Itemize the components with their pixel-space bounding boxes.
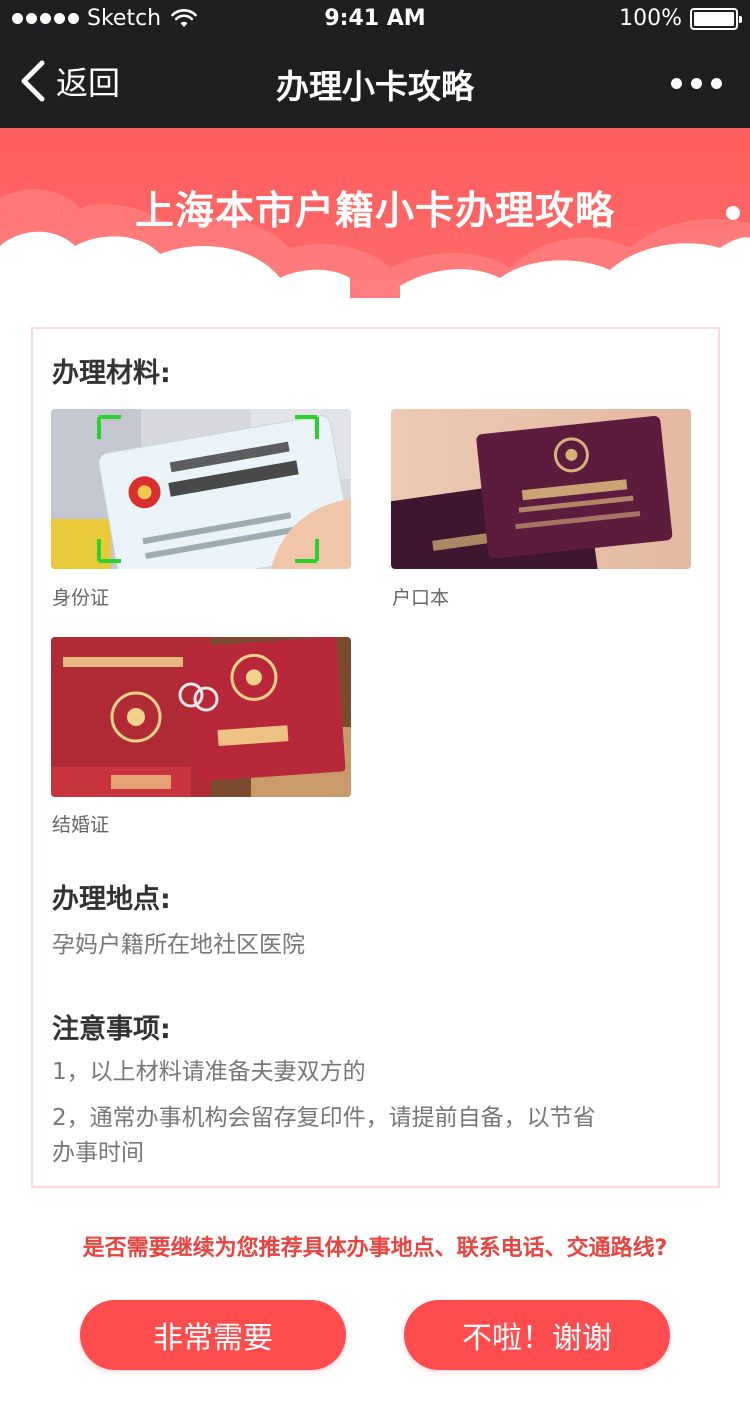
page-title: 办理小卡攻略 bbox=[276, 67, 474, 106]
marriage-certificate-photo bbox=[51, 637, 351, 797]
banner-title: 上海本市户籍小卡办理攻略 bbox=[134, 189, 615, 234]
follow-up-question: 是否需要继续为您推荐具体办事地点、联系电话、交通路线? bbox=[82, 1236, 668, 1261]
note-item: 办事时间 bbox=[52, 1140, 144, 1166]
household-register-photo bbox=[391, 409, 691, 569]
note-item: 1，以上材料请准备夫妻双方的 bbox=[52, 1059, 366, 1085]
id-card-photo bbox=[51, 409, 351, 569]
status-right: 100% bbox=[619, 6, 742, 31]
navigation-bar: 返回 办理小卡攻略 bbox=[0, 40, 750, 128]
notes-title: 注意事项: bbox=[52, 1014, 171, 1045]
banner: 上海本市户籍小卡办理攻略 bbox=[0, 128, 750, 298]
materials-title: 办理材料: bbox=[52, 358, 171, 389]
more-button[interactable] bbox=[671, 78, 722, 89]
battery-icon bbox=[690, 7, 742, 30]
no-thanks-button[interactable]: 不啦！谢谢 bbox=[404, 1300, 670, 1370]
content-card: 办理材料: 身份证 户口本 结婚证 办理地点: 孕妈户籍所在地社区医院 注意事项… bbox=[31, 327, 720, 1188]
ellipsis-icon bbox=[671, 78, 682, 89]
material-caption: 身份证 bbox=[52, 587, 110, 609]
status-bar: Sketch 9:41 AM 100% bbox=[0, 0, 750, 40]
note-item: 2，通常办事机构会留存复印件，请提前自备，以节省 bbox=[52, 1105, 596, 1131]
location-text: 孕妈户籍所在地社区医院 bbox=[52, 932, 305, 958]
yes-button[interactable]: 非常需要 bbox=[80, 1300, 346, 1370]
location-title: 办理地点: bbox=[52, 884, 171, 915]
battery-percent: 100% bbox=[619, 6, 682, 31]
material-caption: 户口本 bbox=[392, 587, 450, 609]
material-caption: 结婚证 bbox=[52, 814, 110, 836]
